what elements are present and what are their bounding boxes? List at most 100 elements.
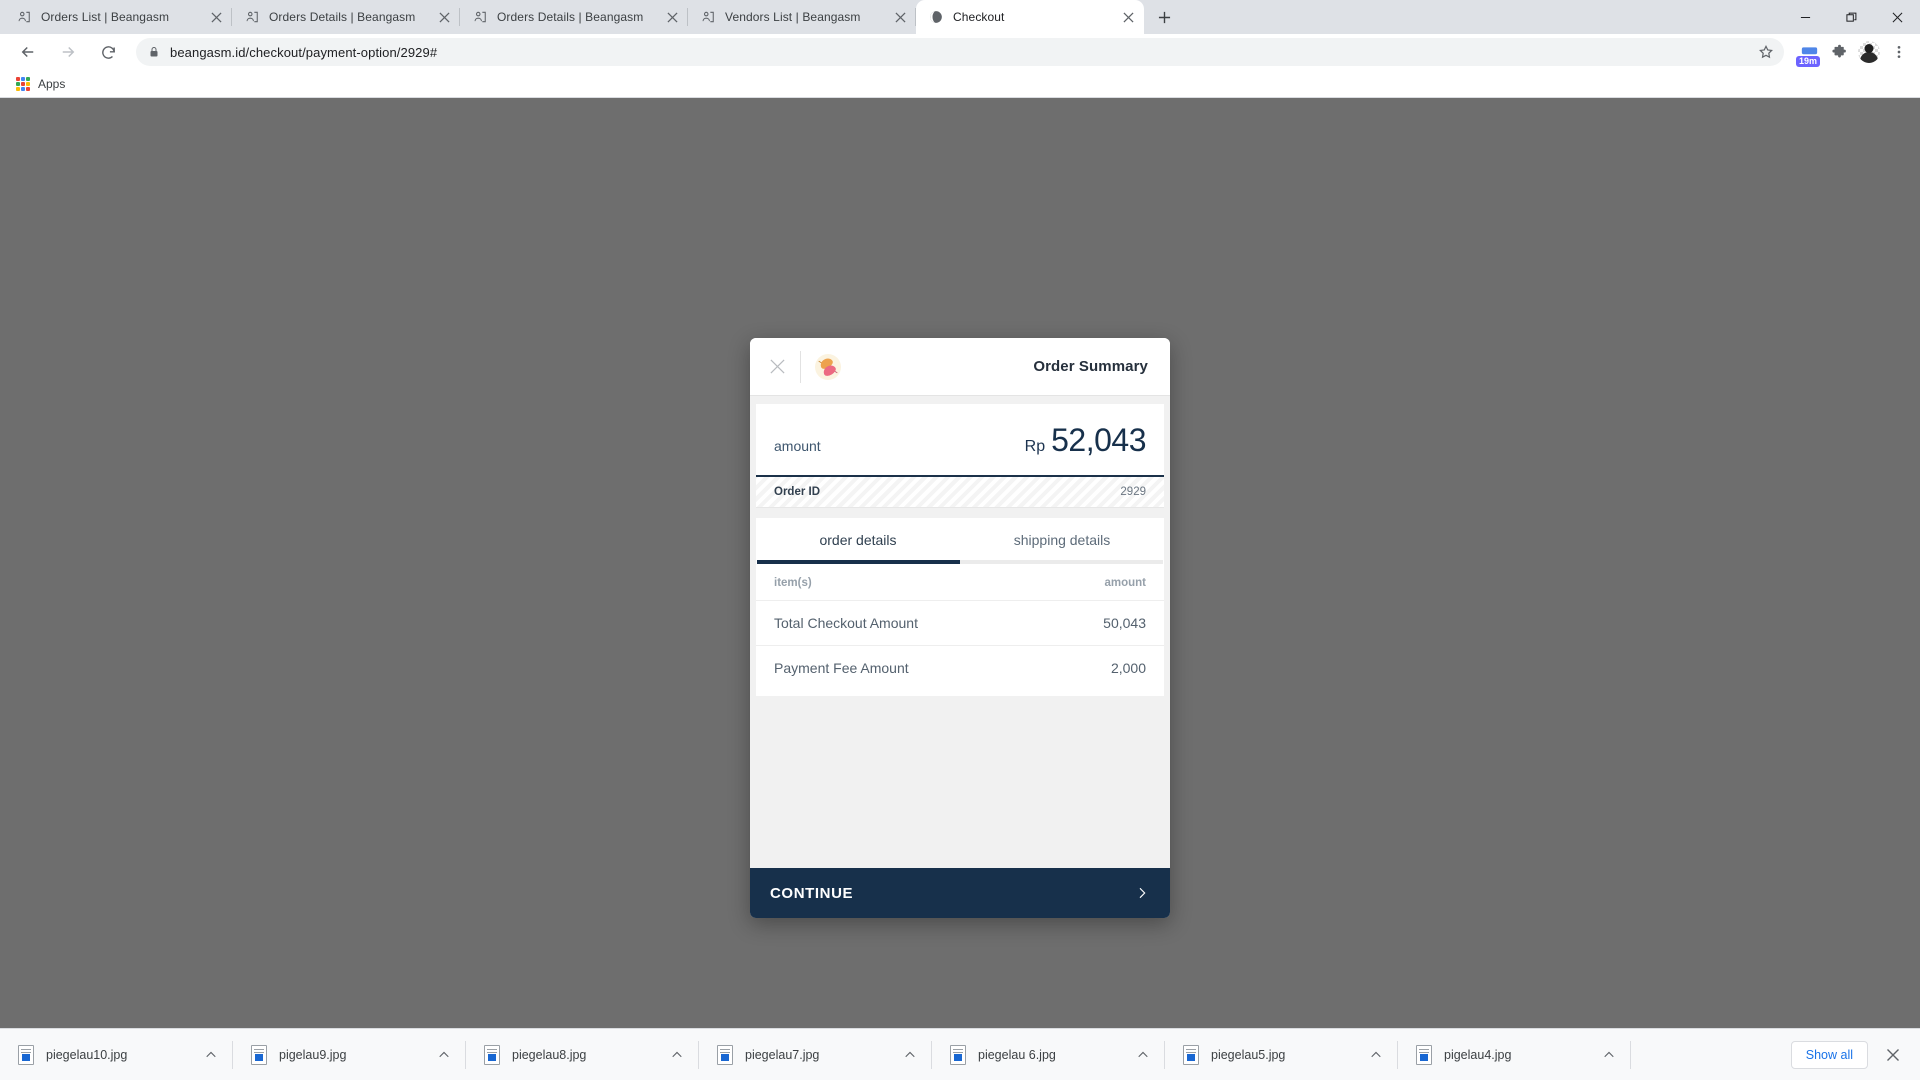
tab-order-details[interactable]: order details (756, 518, 960, 560)
apps-grid-icon (16, 76, 30, 91)
tab-title: Orders Details | Beangasm (497, 10, 644, 24)
tab-close-button[interactable] (664, 9, 680, 25)
tab-title: Orders List | Beangasm (41, 10, 170, 24)
tab-underline-active (757, 560, 960, 564)
minimize-button[interactable] (1782, 0, 1828, 34)
browser-tab-0[interactable]: Orders List | Beangasm (4, 0, 232, 34)
download-item[interactable]: pigelau4.jpg (1398, 1029, 1631, 1080)
download-shelf: piegelau10.jpg pigelau9.jpg piegelau8.jp… (0, 1028, 1920, 1080)
row-item-label: Total Checkout Amount (774, 615, 918, 631)
back-arrow-icon[interactable] (14, 38, 42, 66)
tab-close-button[interactable] (892, 9, 908, 25)
amount-label: amount (774, 438, 821, 454)
image-file-icon (251, 1044, 267, 1065)
address-bar[interactable]: beangasm.id/checkout/payment-option/2929… (136, 38, 1784, 66)
order-id-label: Order ID (774, 486, 821, 498)
image-file-icon (1183, 1044, 1199, 1065)
image-file-icon (18, 1044, 34, 1065)
download-item[interactable]: piegelau8.jpg (466, 1029, 699, 1080)
download-filename: pigelau9.jpg (279, 1047, 347, 1062)
person-page-icon (472, 9, 488, 25)
tab-title: Orders Details | Beangasm (269, 10, 416, 24)
bookmark-item-apps[interactable]: Apps (10, 73, 71, 95)
amount-number: 52,043 (1051, 422, 1146, 458)
image-file-icon (717, 1044, 733, 1065)
download-item[interactable]: piegelau7.jpg (699, 1029, 932, 1080)
page-title: Order Summary (1033, 358, 1148, 375)
tab-shipping-details[interactable]: shipping details (960, 518, 1164, 560)
avatar-icon (1858, 41, 1880, 63)
address-bar-url: beangasm.id/checkout/payment-option/2929… (170, 44, 438, 60)
download-item[interactable]: piegelau10.jpg (0, 1029, 233, 1080)
tab-label: order details (819, 532, 897, 548)
items-table-header: item(s) amount (756, 564, 1164, 601)
details-panel: order details shipping details item(s) a… (756, 518, 1164, 696)
chevron-up-icon[interactable] (438, 1049, 452, 1061)
three-dot-menu-icon[interactable] (1886, 39, 1912, 65)
bookmarks-bar: Apps (0, 70, 1920, 98)
tab-close-button[interactable] (208, 9, 224, 25)
browser-tab-2[interactable]: Orders Details | Beangasm (460, 0, 688, 34)
close-icon[interactable] (764, 354, 790, 380)
download-filename: piegelau 6.jpg (978, 1047, 1056, 1062)
browser-window: Orders List | Beangasm Orders Details | … (0, 0, 1920, 1080)
download-item[interactable]: piegelau5.jpg (1165, 1029, 1398, 1080)
row-item-amount: 2,000 (1110, 660, 1146, 676)
forward-arrow-icon[interactable] (54, 38, 82, 66)
extension-timer-icon[interactable]: 19m (1796, 39, 1822, 67)
puzzle-piece-icon[interactable] (1826, 39, 1852, 65)
order-id-value: 2929 (1120, 486, 1146, 498)
browser-tab-3[interactable]: Vendors List | Beangasm (688, 0, 916, 34)
close-shelf-button[interactable] (1880, 1042, 1906, 1068)
browser-tab-4-active[interactable]: Checkout (916, 0, 1144, 34)
modal-body: amount Rp 52,043 Order ID 2929 order det… (750, 396, 1170, 868)
chevron-up-icon[interactable] (904, 1049, 918, 1061)
show-all-downloads-button[interactable]: Show all (1790, 1040, 1868, 1069)
window-controls (1782, 0, 1920, 34)
row-item-label: Payment Fee Amount (774, 660, 909, 676)
amount-value: Rp 52,043 (1025, 422, 1147, 459)
bookmark-label: Apps (38, 76, 66, 91)
modal-filler-space (756, 696, 1164, 868)
download-filename: pigelau4.jpg (1444, 1047, 1512, 1062)
tab-title: Checkout (953, 10, 1005, 24)
tab-close-button[interactable] (436, 9, 452, 25)
modal-header: Order Summary (750, 338, 1170, 396)
tab-strip: Orders List | Beangasm Orders Details | … (0, 0, 1920, 34)
browser-toolbar: beangasm.id/checkout/payment-option/2929… (0, 34, 1920, 70)
new-tab-button[interactable] (1150, 3, 1178, 31)
tab-close-button[interactable] (1120, 9, 1136, 25)
download-item[interactable]: piegelau 6.jpg (932, 1029, 1165, 1080)
person-page-icon (16, 9, 32, 25)
browser-tab-1[interactable]: Orders Details | Beangasm (232, 0, 460, 34)
reload-icon[interactable] (94, 38, 122, 66)
chevron-up-icon[interactable] (205, 1049, 219, 1061)
image-file-icon (1416, 1044, 1432, 1065)
order-id-row: Order ID 2929 (756, 477, 1164, 508)
avatar[interactable] (1856, 39, 1882, 65)
continue-button-label: CONTINUE (770, 884, 854, 902)
image-file-icon (950, 1044, 966, 1065)
person-page-icon (700, 9, 716, 25)
shelf-actions: Show all (1790, 1040, 1920, 1069)
close-window-button[interactable] (1874, 0, 1920, 34)
chevron-up-icon[interactable] (1370, 1049, 1384, 1061)
beangasm-beans-logo (815, 353, 841, 380)
header-divider (800, 350, 801, 383)
download-filename: piegelau8.jpg (512, 1047, 587, 1062)
column-header-items: item(s) (774, 577, 812, 589)
maximize-button[interactable] (1828, 0, 1874, 34)
download-filename: piegelau7.jpg (745, 1047, 820, 1062)
chevron-up-icon[interactable] (671, 1049, 685, 1061)
chevron-up-icon[interactable] (1137, 1049, 1151, 1061)
column-header-amount: amount (1104, 577, 1146, 589)
amount-card: amount Rp 52,043 (756, 404, 1164, 477)
chevron-up-icon[interactable] (1603, 1049, 1617, 1061)
lock-icon (148, 46, 160, 58)
row-item-amount: 50,043 (1103, 615, 1146, 631)
page-viewport: Order Summary amount Rp 52,043 Order ID … (0, 98, 1920, 1080)
continue-button[interactable]: CONTINUE (750, 868, 1170, 918)
bookmark-star-icon[interactable] (1758, 44, 1774, 60)
table-row: Payment Fee Amount 2,000 (756, 646, 1164, 690)
download-item[interactable]: pigelau9.jpg (233, 1029, 466, 1080)
